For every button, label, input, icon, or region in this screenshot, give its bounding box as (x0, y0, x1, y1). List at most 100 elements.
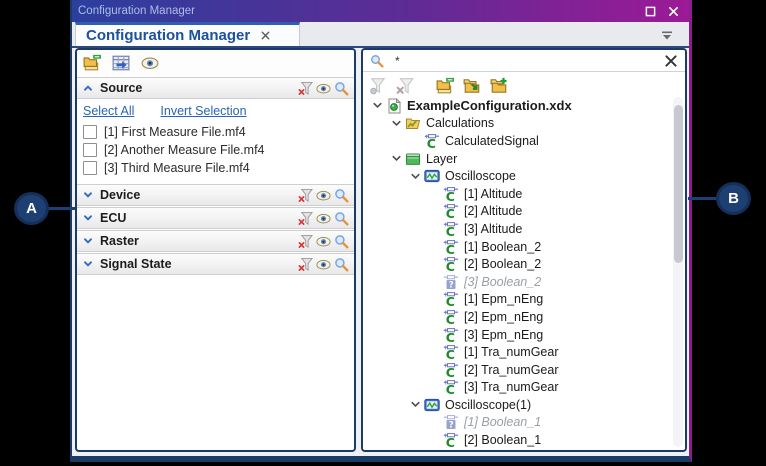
tree-chevron-down-icon[interactable] (390, 117, 403, 130)
add-folder-icon[interactable] (490, 77, 508, 95)
section-actions (298, 257, 349, 272)
invert-selection-link[interactable]: Invert Selection (160, 104, 246, 118)
tree-item[interactable]: C+[1] Epm_nEng (365, 291, 671, 309)
filter-clear-icon[interactable] (298, 188, 313, 203)
svg-text:?: ? (449, 280, 454, 289)
tree-item[interactable]: C+[3] Tra_numGear (365, 379, 671, 397)
tree-toolbar (363, 72, 685, 100)
section-header-source[interactable]: Source (77, 77, 354, 99)
tree-item[interactable]: C+[2] Tra_numGear (365, 361, 671, 379)
tree-item-label: [3] Altitude (464, 222, 522, 236)
scrollbar-thumb[interactable] (674, 105, 683, 263)
tree-item[interactable]: ExampleConfiguration.xdx (365, 97, 671, 115)
section-label: Source (100, 81, 292, 95)
filter-panel-toolbar (77, 50, 354, 76)
tree-chevron-down-icon[interactable] (409, 398, 422, 411)
filter-clear-icon[interactable] (298, 234, 313, 249)
measure-file-row[interactable]: [1] First Measure File.mf4 (83, 123, 348, 141)
tree-item[interactable]: Oscilloscope (365, 167, 671, 185)
tree-item[interactable]: Oscilloscope(1) (365, 396, 671, 414)
file-checkbox[interactable] (83, 143, 97, 157)
tree-item[interactable]: C+[2] Altitude (365, 203, 671, 221)
filter-sections: Source Select All Invert Selection [1] Firs… (77, 77, 354, 275)
tree-item[interactable]: C+[3] Boolean_1 (365, 449, 671, 450)
chevron-down-icon[interactable] (82, 235, 94, 247)
search-clear-icon[interactable] (664, 54, 678, 68)
file-label: [2] Another Measure File.mf4 (104, 143, 265, 157)
tree-item-label: [1] Epm_nEng (464, 292, 543, 306)
filter-clear-icon[interactable] (298, 211, 313, 226)
tree-item[interactable]: ?[3] Boolean_2 (365, 273, 671, 291)
maximize-icon[interactable] (645, 6, 656, 17)
tree-item-label: [2] Boolean_1 (464, 433, 541, 447)
tree-chevron-down-icon[interactable] (390, 152, 403, 165)
collapse-folders-icon[interactable] (83, 54, 101, 72)
tab-list-dropdown-icon[interactable] (661, 29, 673, 41)
tree-item[interactable]: C+[2] Boolean_1 (365, 431, 671, 449)
tree-item[interactable]: C+[3] Altitude (365, 220, 671, 238)
tree-item[interactable]: Calculations (365, 115, 671, 133)
eye-icon[interactable] (316, 257, 331, 272)
table-view-icon[interactable] (112, 54, 130, 72)
tree-item[interactable]: C+[2] Epm_nEng (365, 308, 671, 326)
tree-item[interactable]: C+[1] Altitude (365, 185, 671, 203)
tree-chevron-down-icon[interactable] (409, 170, 422, 183)
signal-unknown-icon: ? (443, 274, 459, 290)
close-icon[interactable] (668, 6, 679, 17)
tree-item[interactable]: C+ CalculatedSignal (365, 132, 671, 150)
filter-clear-icon[interactable] (298, 81, 313, 96)
magnifier-icon[interactable] (334, 81, 349, 96)
eye-icon[interactable] (316, 81, 331, 96)
chevron-up-icon[interactable] (82, 82, 94, 94)
magnifier-icon[interactable] (334, 257, 349, 272)
select-all-link[interactable]: Select All (83, 104, 134, 118)
signal-icon: C+ (443, 309, 459, 325)
measure-file-row[interactable]: [2] Another Measure File.mf4 (83, 141, 348, 159)
tree-item[interactable]: C+[3] Epm_nEng (365, 326, 671, 344)
collapse-folders-icon[interactable] (436, 77, 454, 95)
tab-close-icon[interactable] (260, 30, 271, 41)
chevron-down-icon[interactable] (82, 212, 94, 224)
eye-icon[interactable] (316, 188, 331, 203)
eye-icon[interactable] (316, 234, 331, 249)
signal-icon: C+ (424, 133, 440, 149)
magnifier-icon[interactable] (334, 211, 349, 226)
tree-item-label: Calculations (426, 116, 494, 130)
tree-item[interactable]: Layer (365, 150, 671, 168)
section-actions (298, 81, 349, 96)
configuration-tree: ExampleConfiguration.xdxCalculations C+ Ca… (365, 97, 671, 450)
chevron-down-icon[interactable] (82, 258, 94, 270)
callout-b-line (688, 197, 718, 200)
tree-item[interactable]: C+[1] Boolean_2 (365, 238, 671, 256)
tree-item-label: CalculatedSignal (445, 134, 539, 148)
filter-options-icon (369, 77, 387, 95)
search-bar (363, 50, 685, 72)
window-title: Configuration Manager (78, 5, 645, 17)
tree-item[interactable]: ?[1] Boolean_1 (365, 414, 671, 432)
section-header-device[interactable]: Device (77, 184, 354, 206)
signal-icon: C+ (443, 362, 459, 378)
tree-item-label: Layer (426, 152, 457, 166)
chevron-down-icon[interactable] (82, 189, 94, 201)
eye-icon[interactable] (316, 211, 331, 226)
file-checkbox[interactable] (83, 161, 97, 175)
tree-chevron-down-icon[interactable] (371, 99, 384, 112)
import-folder-icon[interactable] (463, 77, 481, 95)
section-header-ecu[interactable]: ECU (77, 207, 354, 229)
file-checkbox[interactable] (83, 125, 97, 139)
tree-item-label: [2] Altitude (464, 204, 522, 218)
filter-clear-icon[interactable] (298, 257, 313, 272)
tree-item[interactable]: C+[1] Tra_numGear (365, 343, 671, 361)
section-header-signal-state[interactable]: Signal State (77, 253, 354, 275)
tree-item[interactable]: C+[2] Boolean_2 (365, 255, 671, 273)
search-input[interactable] (393, 53, 655, 69)
tab-configuration-manager[interactable]: Configuration Manager (75, 22, 300, 46)
section-header-raster[interactable]: Raster (77, 230, 354, 252)
eye-icon[interactable] (141, 54, 159, 72)
measure-file-row[interactable]: [3] Third Measure File.mf4 (83, 159, 348, 177)
tree-item-label: [1] Boolean_1 (464, 415, 541, 429)
tree-scrollbar[interactable] (673, 97, 683, 447)
magnifier-icon[interactable] (334, 188, 349, 203)
magnifier-icon[interactable] (334, 234, 349, 249)
svg-text:+: + (443, 256, 448, 264)
